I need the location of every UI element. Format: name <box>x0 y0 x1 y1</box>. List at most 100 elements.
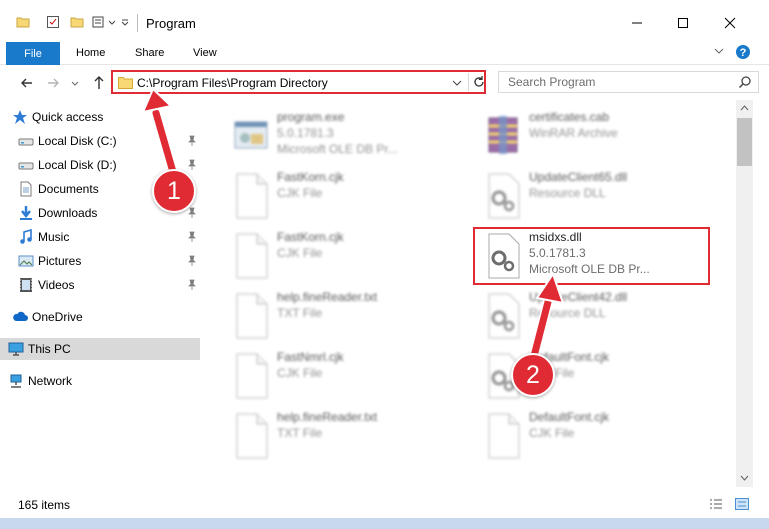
network-icon <box>10 374 22 388</box>
refresh-button[interactable] <box>468 73 485 91</box>
step-badge-1: 1 <box>152 169 196 213</box>
sidebar-item-label: Local Disk (C:) <box>38 134 117 148</box>
layout-icon[interactable] <box>92 15 106 29</box>
file-name: help.fineReader.txt <box>277 290 378 304</box>
status-bar: 165 items <box>0 490 769 518</box>
address-path: C:\Program Files\Program Directory <box>137 76 328 90</box>
file-detail: Resource DLL <box>529 306 606 320</box>
search-box[interactable]: Search Program <box>498 71 759 93</box>
scroll-down-icon[interactable] <box>740 474 749 482</box>
sidebar-item-label: OneDrive <box>32 310 83 324</box>
sidebar-item-onedrive[interactable]: OneDrive <box>0 306 200 328</box>
chevron-down-icon[interactable] <box>451 77 463 89</box>
close-button[interactable] <box>707 8 753 38</box>
search-icon[interactable] <box>738 75 752 89</box>
sidebar-item-music[interactable]: Music <box>0 226 200 248</box>
maximize-icon <box>678 18 688 28</box>
back-arrow-icon[interactable] <box>20 75 34 91</box>
file-name: UpdateClient65.dll <box>529 170 628 184</box>
sidebar-item-this-pc[interactable]: This PC <box>0 338 200 360</box>
file-item[interactable]: DefaultFont.cjk CJK File <box>475 406 710 464</box>
file-name: UpdateClient42.dll <box>529 290 628 304</box>
documents-icon <box>20 181 32 197</box>
tab-home[interactable]: Home <box>76 47 105 59</box>
file-item[interactable]: program.exe 5.0.1781.3 Microsoft OLE DB Pr… <box>223 106 458 164</box>
folder-icon[interactable] <box>16 15 30 29</box>
star-icon <box>13 110 27 124</box>
vertical-scrollbar[interactable] <box>736 100 753 487</box>
drive-icon <box>18 138 34 146</box>
file-item[interactable]: help.fineReader.txt TXT File <box>223 406 458 464</box>
tab-view[interactable]: View <box>193 47 217 59</box>
details-view-icon[interactable] <box>709 498 723 510</box>
customize-icon[interactable] <box>120 15 130 29</box>
folder-icon <box>118 77 133 89</box>
file-name: certificates.cab <box>529 110 610 124</box>
file-item[interactable]: UpdateClient65.dll Resource DLL <box>475 166 710 224</box>
file-item[interactable]: help.fineReader.txt TXT File <box>223 286 458 344</box>
file-detail: Resource DLL <box>529 186 606 200</box>
file-name: program.exe <box>277 110 345 124</box>
pin-icon[interactable] <box>186 231 198 243</box>
pin-icon[interactable] <box>186 255 198 267</box>
close-icon <box>724 17 736 29</box>
exe-icon <box>234 121 268 149</box>
pin-icon[interactable] <box>186 207 198 219</box>
svg-text:?: ? <box>740 47 747 59</box>
pin-icon[interactable] <box>186 135 198 147</box>
file-name: FastKorn.cjk <box>277 230 344 244</box>
sidebar-item-label: This PC <box>28 342 71 356</box>
archive-icon <box>488 116 518 154</box>
file-detail: CJK File <box>277 366 323 380</box>
pictures-icon <box>18 255 34 267</box>
recent-locations-icon[interactable] <box>70 75 80 91</box>
downloads-icon <box>20 206 32 220</box>
file-item[interactable]: FastKorn.cjk CJK File <box>223 166 458 224</box>
file-detail: CJK File <box>277 246 323 260</box>
scroll-up-icon[interactable] <box>740 104 749 112</box>
sidebar-item-label: Documents <box>38 182 99 196</box>
sidebar-item-pictures[interactable]: Pictures <box>0 250 200 272</box>
file-icon <box>236 173 268 219</box>
expand-ribbon-icon[interactable] <box>713 44 725 58</box>
sidebar-item-network[interactable]: Network <box>0 370 200 392</box>
sidebar-item-quick-access[interactable]: Quick access <box>0 106 200 128</box>
tab-file[interactable]: File <box>6 42 60 65</box>
pin-icon[interactable] <box>186 279 198 291</box>
pin-icon[interactable] <box>186 159 198 171</box>
up-arrow-icon[interactable] <box>92 75 106 91</box>
computer-icon <box>8 342 24 356</box>
tab-share[interactable]: Share <box>135 47 164 59</box>
title-bar: Program <box>0 0 769 40</box>
ribbon <box>0 40 769 65</box>
chevron-down-icon[interactable] <box>108 15 116 29</box>
file-item[interactable]: FastNmrl.cjk CJK File <box>223 346 458 404</box>
address-bar[interactable]: C:\Program Files\Program Directory <box>111 70 486 94</box>
item-count: 165 items <box>18 498 71 512</box>
sidebar-item-local-disk-c[interactable]: Local Disk (C:) <box>0 130 200 152</box>
sidebar-item-label: Videos <box>38 278 75 292</box>
minimize-button[interactable] <box>614 8 660 38</box>
sidebar-item-label: Downloads <box>38 206 98 220</box>
new-folder-icon[interactable] <box>70 15 84 29</box>
refresh-icon <box>474 76 484 87</box>
dll-icon <box>488 173 520 219</box>
file-item[interactable]: UpdateClient42.dll Resource DLL <box>475 286 710 344</box>
scrollbar-thumb[interactable] <box>737 118 752 166</box>
window-title: Program <box>146 16 196 31</box>
file-name: DefaultFont.cjk <box>529 410 610 424</box>
music-icon <box>20 229 32 244</box>
maximize-button[interactable] <box>660 8 706 38</box>
tiles-view-icon[interactable] <box>735 498 749 510</box>
file-item[interactable]: FastKorn.cjk CJK File <box>223 226 458 284</box>
drive-icon <box>18 162 34 170</box>
file-item[interactable]: certificates.cab WinRAR Archive <box>475 106 710 164</box>
sidebar-item-label: Local Disk (D:) <box>38 158 117 172</box>
file-detail: 5.0.1781.3 <box>277 126 334 140</box>
file-name: FastNmrl.cjk <box>277 350 344 364</box>
search-placeholder: Search Program <box>508 75 596 89</box>
help-icon[interactable]: ? <box>735 44 751 60</box>
forward-arrow-icon[interactable] <box>46 75 60 91</box>
properties-icon[interactable] <box>46 15 60 29</box>
sidebar-item-videos[interactable]: Videos <box>0 274 200 296</box>
